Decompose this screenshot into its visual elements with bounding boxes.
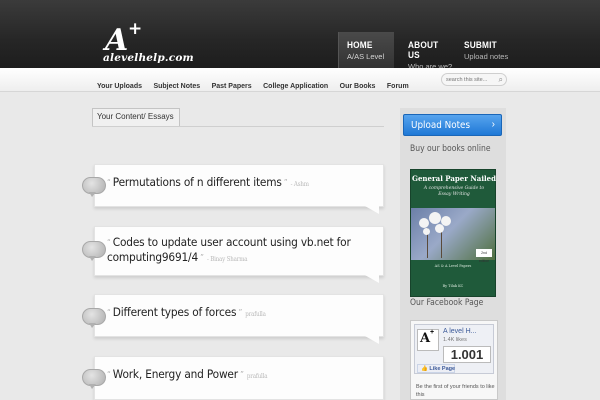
bubble-tail	[365, 275, 379, 283]
content-tab[interactable]: Your Content/ Essays	[92, 108, 180, 127]
post-author: prafulla	[245, 311, 266, 318]
subnav-our-books[interactable]: Our Books	[340, 83, 376, 90]
facebook-likes: 1.4K likes	[443, 337, 467, 343]
upload-notes-label: Upload Notes	[411, 120, 471, 131]
nav-submit-label: SUBMIT	[464, 40, 497, 50]
post-title: Different types of forces	[112, 305, 237, 319]
nav-submit-sub: Upload notes	[464, 52, 509, 61]
post-title-row: “ Different types of forces ” prafulla	[107, 305, 266, 319]
book-edition-badge: 2nd edition	[476, 249, 492, 263]
post-title: Permutations of n different items	[112, 175, 282, 189]
book-cover[interactable]: General Paper Nailed A comprehensive Gui…	[410, 169, 496, 297]
speech-bubble-icon	[82, 308, 106, 328]
logo-text: alevelhelp.com	[103, 52, 194, 64]
facebook-like-count: 1.001	[443, 346, 491, 363]
speech-bubble-icon	[82, 369, 106, 389]
nav-submit[interactable]: SUBMIT Upload notes	[456, 32, 512, 68]
post-title-row: “ Work, Energy and Power ” prafulla	[107, 367, 268, 381]
post-item[interactable]: “ Different types of forces ” prafulla	[82, 294, 384, 344]
facebook-page-name[interactable]: A level H...	[443, 328, 476, 335]
bubble-tail	[365, 336, 379, 344]
post-title-line2: computing9691/4	[107, 250, 198, 264]
subnav-your-uploads[interactable]: Your Uploads	[97, 83, 142, 90]
post-title-row: “ Codes to update user account using vb.…	[107, 235, 351, 264]
post-author: - Binay Sharma	[206, 256, 248, 263]
speech-bubble-icon	[82, 177, 106, 197]
facebook-card: A + A level H... 1.4K likes 1.001 👍 Like…	[414, 324, 494, 374]
subnav-subject-notes[interactable]: Subject Notes	[153, 83, 200, 90]
logo-plus: +	[128, 19, 143, 39]
secondary-nav: Your Uploads Subject Notes Past Papers C…	[0, 68, 600, 92]
subnav-college-application[interactable]: College Application	[263, 83, 328, 90]
facebook-widget: A + A level H... 1.4K likes 1.001 👍 Like…	[410, 320, 498, 400]
post-title-line1: Codes to update user account using vb.ne…	[112, 235, 351, 249]
site-header: A + alevelhelp.com HOME A/AS Level ABOUT…	[0, 0, 600, 71]
book-cover-photo: 2nd edition	[411, 208, 495, 263]
post-item[interactable]: “ Work, Energy and Power ” prafulla	[82, 356, 384, 400]
bubble-tail	[365, 206, 379, 214]
book-title: General Paper Nailed	[412, 174, 496, 183]
nav-home-sub: A/AS Level	[347, 52, 385, 61]
facebook-like-button[interactable]: 👍 Like Page	[417, 364, 455, 373]
upload-notes-button[interactable]: Upload Notes ›	[403, 114, 502, 136]
post-title: Work, Energy and Power	[112, 367, 238, 381]
books-heading: Buy our books online	[410, 144, 491, 154]
facebook-page-avatar[interactable]: A +	[417, 329, 439, 351]
nav-about-label: ABOUT US	[408, 40, 439, 60]
post-author: prafulla	[246, 373, 268, 380]
post-title-row: “ Permutations of n different items ” - …	[107, 175, 309, 189]
nav-home[interactable]: HOME A/AS Level	[338, 32, 394, 68]
post-author: - Ashm	[290, 181, 309, 188]
chevron-right-icon: ›	[491, 119, 495, 130]
search-box: ⌕	[441, 73, 507, 86]
book-series: AS & A Level Papers	[434, 264, 472, 268]
facebook-friends-text: Be the first of your friends to like thi…	[416, 384, 495, 398]
post-item[interactable]: “ Permutations of n different items ” - …	[82, 164, 384, 214]
speech-bubble-icon	[82, 241, 106, 261]
thumbs-up-icon: 👍	[421, 366, 428, 372]
book-author: By Tilak KC	[442, 284, 464, 288]
facebook-heading: Our Facebook Page	[410, 298, 484, 308]
post-item[interactable]: “ Codes to update user account using vb.…	[82, 226, 384, 283]
site-logo[interactable]: A + alevelhelp.com	[103, 19, 194, 66]
book-subtitle: A comprehensive Guide to Essay Writing	[423, 186, 485, 197]
subnav-past-papers[interactable]: Past Papers	[212, 83, 252, 90]
search-input[interactable]	[446, 75, 494, 85]
nav-home-label: HOME	[347, 40, 373, 50]
search-icon[interactable]: ⌕	[499, 75, 503, 85]
content-divider	[92, 126, 384, 127]
subnav-forum[interactable]: Forum	[387, 83, 409, 90]
nav-about[interactable]: ABOUT US Who are we?	[400, 32, 456, 71]
